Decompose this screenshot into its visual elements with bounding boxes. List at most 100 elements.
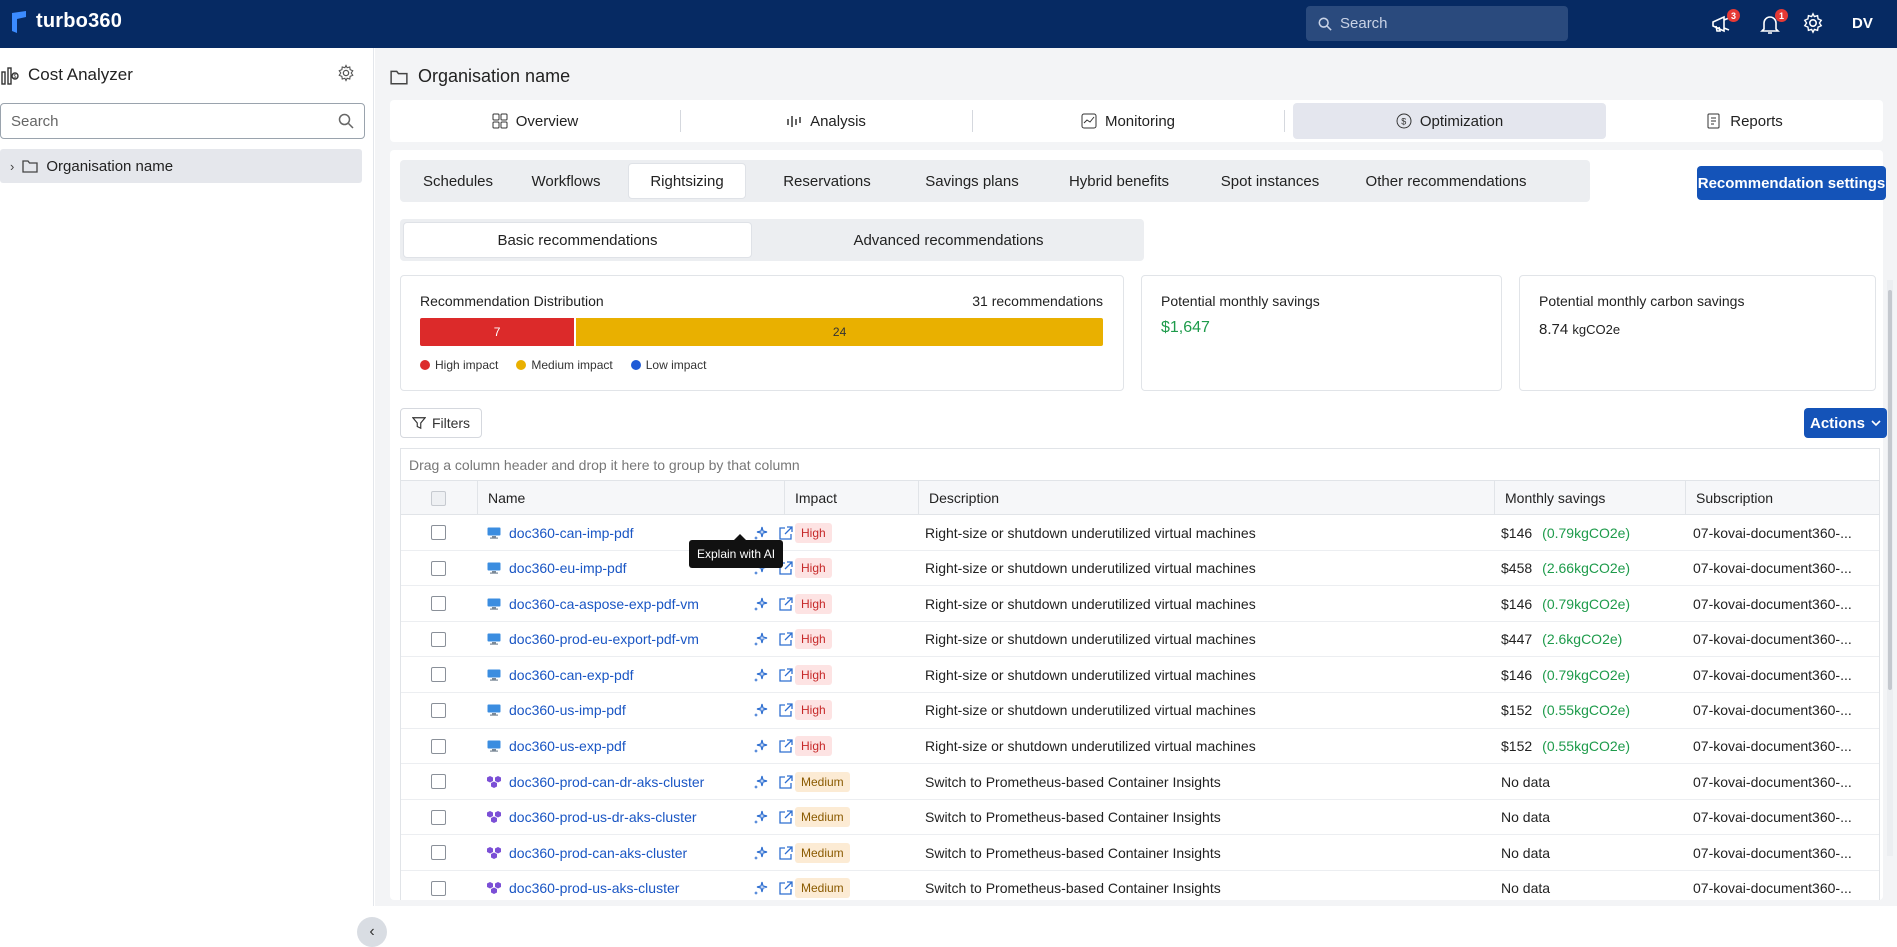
subtab-workflows[interactable]: Workflows xyxy=(512,163,620,199)
carbon-savings-label: Potential monthly carbon savings xyxy=(1539,293,1745,309)
column-header-monthly-savings[interactable]: Monthly savings xyxy=(1494,481,1685,515)
column-header-impact[interactable]: Impact xyxy=(784,481,918,515)
impact-badge: High xyxy=(795,593,832,614)
row-checkbox[interactable] xyxy=(431,667,446,683)
announcements-icon[interactable]: 3 xyxy=(1710,9,1740,36)
table-row[interactable]: doc360-ca-aspose-exp-pdf-vm High Right-siz… xyxy=(401,586,1879,622)
advanced-recommendations-tab[interactable]: Advanced recommendations xyxy=(756,222,1141,258)
tree-item-organisation[interactable]: › Organisation name xyxy=(0,149,362,183)
tab-monitoring[interactable]: Monitoring xyxy=(973,103,1283,139)
resource-name-link[interactable]: doc360-prod-eu-export-pdf-vm xyxy=(509,631,699,647)
explain-with-ai-icon[interactable] xyxy=(753,657,769,692)
impact-badge: Medium xyxy=(795,807,850,828)
chevron-right-icon[interactable]: › xyxy=(10,159,14,174)
row-checkbox[interactable] xyxy=(431,845,446,861)
table-row[interactable]: doc360-prod-can-dr-aks-cluster Medium Swit… xyxy=(401,764,1879,800)
open-external-icon[interactable] xyxy=(778,764,794,799)
subtab-other-recommendations[interactable]: Other recommendations xyxy=(1346,163,1546,199)
table-row[interactable]: doc360-prod-eu-export-pdf-vm High Right-si… xyxy=(401,622,1879,658)
table-row[interactable]: doc360-prod-us-dr-aks-cluster Medium Switc… xyxy=(401,800,1879,836)
subtab-reservations[interactable]: Reservations xyxy=(754,163,900,199)
recommendation-settings-button[interactable]: Recommendation settings xyxy=(1697,166,1886,200)
medium-impact-segment[interactable]: 24 xyxy=(574,318,1103,346)
row-checkbox[interactable] xyxy=(431,880,446,896)
user-avatar[interactable]: DV xyxy=(1852,15,1873,32)
row-checkbox[interactable] xyxy=(431,596,446,612)
tab-analysis[interactable]: Analysis xyxy=(681,103,971,139)
resource-name-link[interactable]: doc360-us-exp-pdf xyxy=(509,738,626,754)
high-impact-segment[interactable]: 7 xyxy=(420,318,575,346)
subtab-savings-plans[interactable]: Savings plans xyxy=(900,163,1044,199)
resource-name-link[interactable]: doc360-can-imp-pdf xyxy=(509,525,634,541)
subtab-hybrid-benefits[interactable]: Hybrid benefits xyxy=(1044,163,1194,199)
explain-with-ai-icon[interactable] xyxy=(753,800,769,835)
resource-name-link[interactable]: doc360-prod-us-dr-aks-cluster xyxy=(509,809,697,825)
medium-impact-count: 24 xyxy=(832,325,847,339)
subtab-rightsizing[interactable]: Rightsizing xyxy=(628,163,746,199)
table-row[interactable]: doc360-us-imp-pdf High Right-size or shutd… xyxy=(401,693,1879,729)
row-checkbox[interactable] xyxy=(431,774,446,790)
open-external-icon[interactable] xyxy=(778,729,794,764)
resource-name-link[interactable]: doc360-prod-can-dr-aks-cluster xyxy=(509,774,704,790)
subtab-label: Other recommendations xyxy=(1365,172,1527,190)
explain-with-ai-icon[interactable] xyxy=(753,693,769,728)
global-search-input[interactable]: Search xyxy=(1306,6,1568,41)
row-checkbox[interactable] xyxy=(431,809,446,825)
open-external-icon[interactable] xyxy=(778,800,794,835)
app-name: turbo360 xyxy=(36,10,123,32)
carbon-savings-value: (0.79kgCO2e) xyxy=(1542,666,1631,683)
header-checkbox[interactable] xyxy=(431,491,446,506)
resource-name-link[interactable]: doc360-prod-can-aks-cluster xyxy=(509,845,687,861)
table-row[interactable]: doc360-us-exp-pdf High Right-size or shutd… xyxy=(401,729,1879,765)
tab-overview[interactable]: Overview xyxy=(390,103,680,139)
open-external-icon[interactable] xyxy=(778,657,794,692)
table-row[interactable]: doc360-prod-can-aks-cluster Medium Switch … xyxy=(401,835,1879,871)
tab-reports[interactable]: Reports xyxy=(1606,103,1883,139)
bell-icon[interactable]: 1 xyxy=(1758,9,1788,36)
open-external-icon[interactable] xyxy=(778,622,794,657)
subtab-label: Savings plans xyxy=(925,172,1019,190)
row-checkbox[interactable] xyxy=(431,738,446,754)
explain-with-ai-icon[interactable] xyxy=(753,835,769,870)
explain-with-ai-icon[interactable] xyxy=(753,622,769,657)
impact-badge: Medium xyxy=(795,842,850,863)
open-external-icon[interactable] xyxy=(778,693,794,728)
select-all-checkbox[interactable] xyxy=(431,481,446,516)
app-logo[interactable]: turbo360 xyxy=(12,10,122,33)
column-header-name[interactable]: Name xyxy=(477,481,784,515)
table-row[interactable]: doc360-prod-us-aks-cluster Medium Switch t… xyxy=(401,871,1879,900)
group-by-drop-zone[interactable]: Drag a column header and drop it here to… xyxy=(401,449,1879,481)
open-external-icon[interactable] xyxy=(778,586,794,621)
row-checkbox[interactable] xyxy=(431,525,446,540)
sidebar-search-input[interactable]: Search xyxy=(0,103,365,139)
subtab-schedules[interactable]: Schedules xyxy=(404,163,512,199)
explain-with-ai-icon[interactable] xyxy=(753,729,769,764)
resource-name-link[interactable]: doc360-can-exp-pdf xyxy=(509,667,634,683)
sidebar-settings-icon[interactable] xyxy=(337,64,357,84)
open-external-icon[interactable] xyxy=(778,871,794,900)
resource-name-link[interactable]: doc360-eu-imp-pdf xyxy=(509,560,627,576)
resource-name-link[interactable]: doc360-us-imp-pdf xyxy=(509,702,626,718)
explain-with-ai-icon[interactable] xyxy=(753,871,769,900)
subtab-spot-instances[interactable]: Spot instances xyxy=(1194,163,1346,199)
tab-optimization[interactable]: $ Optimization xyxy=(1293,103,1606,139)
table-row[interactable]: doc360-eu-imp-pdf High Right-size or shutd… xyxy=(401,551,1879,587)
row-checkbox[interactable] xyxy=(431,560,446,576)
collapse-sidebar-button[interactable]: ‹ xyxy=(357,917,387,947)
column-header-description[interactable]: Description xyxy=(918,481,1494,515)
filters-button[interactable]: Filters xyxy=(400,408,482,438)
resource-name-link[interactable]: doc360-prod-us-aks-cluster xyxy=(509,880,679,896)
column-header-subscription[interactable]: Subscription xyxy=(1685,481,1879,515)
basic-recommendations-tab[interactable]: Basic recommendations xyxy=(403,222,752,258)
table-row[interactable]: doc360-can-exp-pdf High Right-size or shut… xyxy=(401,657,1879,693)
table-row[interactable]: doc360-can-imp-pdf High Right-size or shut… xyxy=(401,515,1879,551)
settings-gear-icon[interactable] xyxy=(1802,12,1826,36)
actions-button[interactable]: Actions xyxy=(1804,408,1887,438)
explain-with-ai-icon[interactable] xyxy=(753,586,769,621)
page-scrollbar[interactable] xyxy=(1887,280,1893,856)
resource-name-link[interactable]: doc360-ca-aspose-exp-pdf-vm xyxy=(509,596,699,612)
row-checkbox[interactable] xyxy=(431,702,446,718)
open-external-icon[interactable] xyxy=(778,835,794,870)
explain-with-ai-icon[interactable] xyxy=(753,764,769,799)
row-checkbox[interactable] xyxy=(431,631,446,647)
